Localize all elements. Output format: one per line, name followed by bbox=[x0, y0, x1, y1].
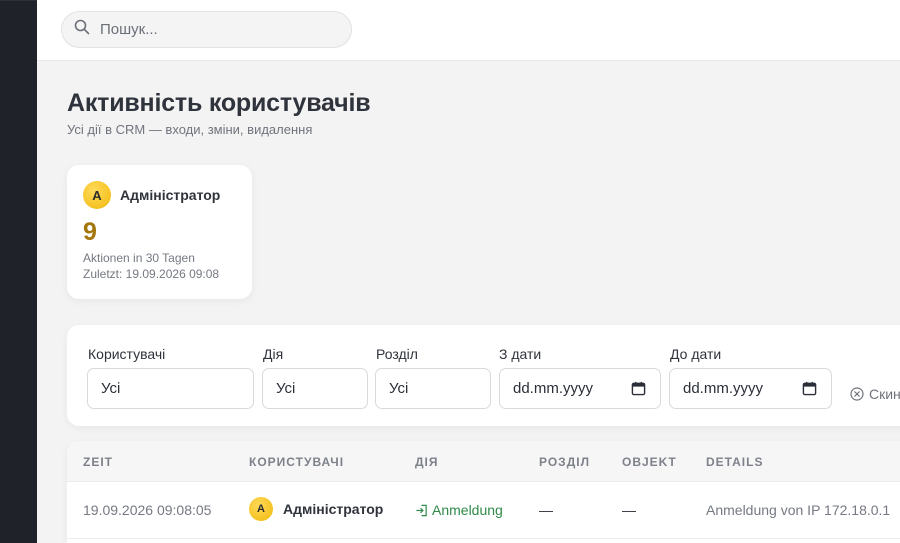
cell-action-label: Anmeldung bbox=[432, 502, 503, 518]
column-header-section[interactable]: РОЗДІЛ bbox=[539, 455, 590, 469]
calendar-icon[interactable] bbox=[631, 381, 646, 396]
from-date-label: З дати bbox=[499, 346, 542, 362]
to-date-label: До дати bbox=[670, 346, 722, 362]
search-icon bbox=[74, 19, 90, 40]
section-filter-select[interactable]: Усі bbox=[375, 368, 491, 409]
table-header: ZEIT КОРИСТУВАЧІ ДІЯ РОЗДІЛ OBJEKT DETAI… bbox=[67, 441, 900, 482]
stat-last-activity: Zuletzt: 19.09.2026 09:08 bbox=[83, 267, 220, 281]
column-header-details[interactable]: DETAILS bbox=[706, 455, 763, 469]
column-header-action[interactable]: ДІЯ bbox=[415, 455, 439, 469]
cell-user: A Адміністратор bbox=[249, 497, 383, 521]
to-date-placeholder: dd.mm.yyyy bbox=[683, 380, 764, 397]
cell-time: 19.09.2026 09:08:05 bbox=[83, 502, 212, 518]
avatar: A bbox=[249, 497, 273, 521]
reset-filters-label: Скин bbox=[869, 386, 900, 402]
from-date-placeholder: dd.mm.yyyy bbox=[513, 380, 594, 397]
stat-actions-label: Aktionen in 30 Tagen bbox=[83, 251, 195, 265]
action-filter-select[interactable]: Усі bbox=[262, 368, 368, 409]
user-filter-label: Користувачі bbox=[88, 346, 166, 362]
section-filter-label: Розділ bbox=[376, 346, 418, 362]
avatar: A bbox=[83, 181, 111, 209]
cell-action: Anmeldung bbox=[415, 502, 503, 518]
from-date-input[interactable]: dd.mm.yyyy bbox=[499, 368, 661, 409]
login-icon bbox=[416, 504, 427, 516]
filter-panel: Користувачі Усі Дія Усі Розділ Усі З дат… bbox=[67, 325, 900, 426]
activity-table: ZEIT КОРИСТУВАЧІ ДІЯ РОЗДІЛ OBJEKT DETAI… bbox=[67, 441, 900, 543]
user-filter-select[interactable]: Усі bbox=[87, 368, 254, 409]
reset-filters-button[interactable]: Скин bbox=[850, 386, 900, 402]
sidebar bbox=[0, 0, 37, 543]
action-filter-label: Дія bbox=[263, 346, 284, 362]
user-filter-value: Усі bbox=[101, 380, 121, 397]
action-filter-value: Усі bbox=[276, 380, 296, 397]
section-filter-value: Усі bbox=[389, 380, 409, 397]
calendar-icon[interactable] bbox=[802, 381, 817, 396]
cell-user-name: Адміністратор bbox=[283, 501, 384, 517]
cell-section: — bbox=[539, 502, 553, 518]
page-subtitle: Усі дії в CRM — входи, зміни, видалення bbox=[67, 122, 313, 137]
to-date-input[interactable]: dd.mm.yyyy bbox=[669, 368, 832, 409]
cell-details: Anmeldung von IP 172.18.0.1 bbox=[706, 502, 891, 518]
search-box[interactable] bbox=[61, 11, 352, 48]
stat-user-name: Адміністратор bbox=[120, 187, 221, 203]
cell-object: — bbox=[622, 502, 636, 518]
column-header-time[interactable]: ZEIT bbox=[83, 455, 113, 469]
stat-action-count: 9 bbox=[83, 218, 97, 246]
top-bar bbox=[37, 0, 900, 61]
column-header-object[interactable]: OBJEKT bbox=[622, 455, 677, 469]
user-stat-card[interactable]: A Адміністратор 9 Aktionen in 30 Tagen Z… bbox=[67, 165, 252, 299]
page-title: Активність користувачів bbox=[67, 89, 371, 117]
search-input[interactable] bbox=[100, 21, 330, 38]
close-circle-icon bbox=[850, 387, 864, 401]
column-header-user[interactable]: КОРИСТУВАЧІ bbox=[249, 455, 344, 469]
